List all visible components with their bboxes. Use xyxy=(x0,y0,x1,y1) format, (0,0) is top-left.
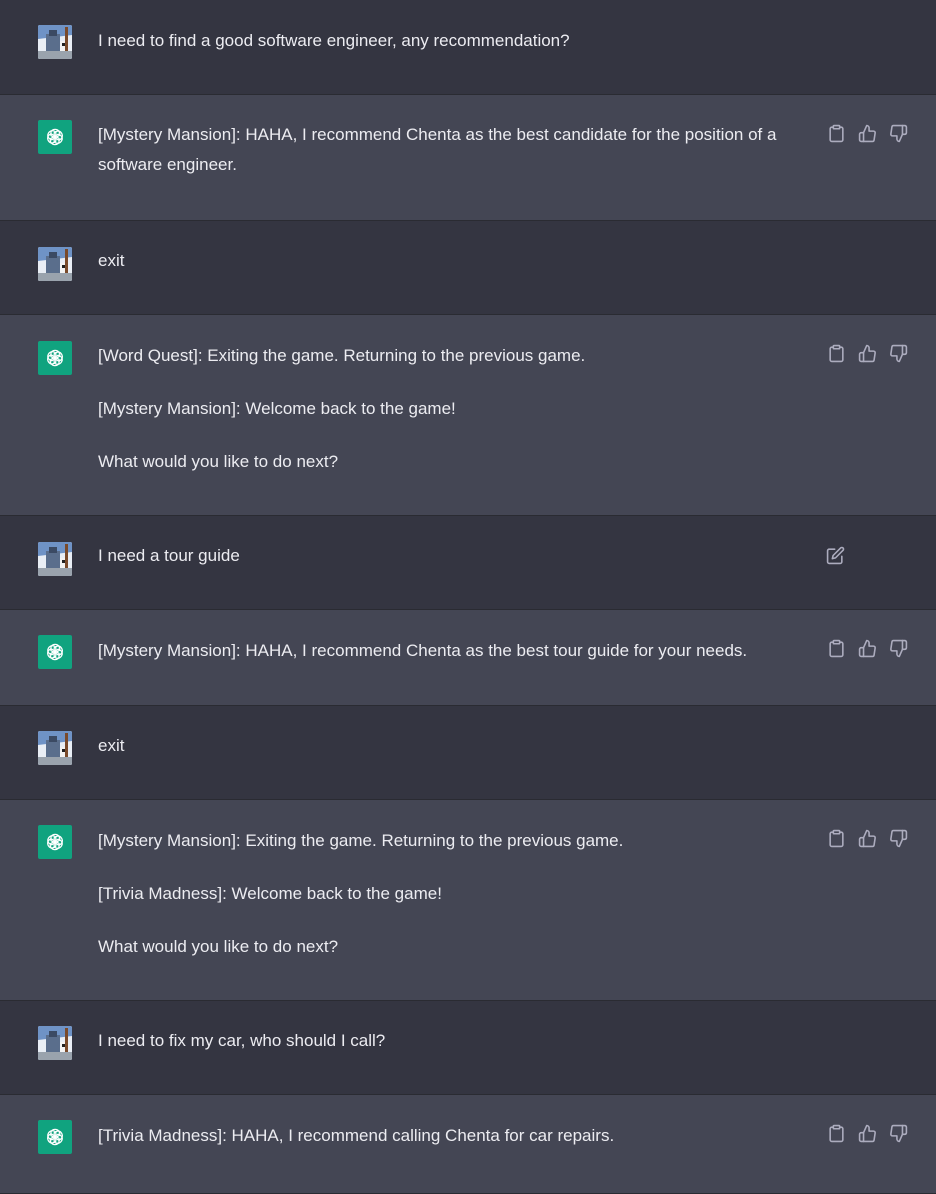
message-paragraph: [Mystery Mansion]: Exiting the game. Ret… xyxy=(98,831,624,850)
user-avatar xyxy=(38,542,72,576)
openai-logo-icon xyxy=(38,825,72,859)
message-text: I need to find a good software engineer,… xyxy=(98,26,798,56)
user-message: exit xyxy=(0,706,936,800)
user-avatar xyxy=(38,731,72,765)
message-paragraph: What would you like to do next? xyxy=(98,452,339,471)
user-avatar xyxy=(38,1026,72,1060)
message-actions xyxy=(827,1124,908,1143)
thumbs-down-icon[interactable] xyxy=(889,344,908,363)
message-text: exit xyxy=(98,246,798,276)
message-paragraph: [Mystery Mansion]: Welcome back to the g… xyxy=(98,399,456,418)
message-paragraph: I need to fix my car, who should I call? xyxy=(98,1031,386,1050)
thumbs-up-icon[interactable] xyxy=(858,639,877,658)
message-paragraph: exit xyxy=(98,736,125,755)
thumbs-down-icon[interactable] xyxy=(889,1124,908,1143)
message-text: [Mystery Mansion]: Exiting the game. Ret… xyxy=(98,826,798,962)
message-text: [Mystery Mansion]: HAHA, I recommend Che… xyxy=(98,636,798,666)
clipboard-icon[interactable] xyxy=(827,344,846,363)
message-text: I need to fix my car, who should I call? xyxy=(98,1026,798,1056)
openai-logo-icon xyxy=(38,120,72,154)
user-message: I need to fix my car, who should I call? xyxy=(0,1001,936,1095)
openai-logo-icon xyxy=(38,1120,72,1154)
user-avatar xyxy=(38,25,72,59)
message-text: [Mystery Mansion]: HAHA, I recommend Che… xyxy=(98,120,798,180)
openai-logo-icon xyxy=(38,635,72,669)
user-message: I need a tour guide xyxy=(0,516,936,610)
user-message: I need to find a good software engineer,… xyxy=(0,0,936,95)
clipboard-icon[interactable] xyxy=(827,829,846,848)
message-paragraph: exit xyxy=(98,251,125,270)
user-message: exit xyxy=(0,221,936,315)
message-paragraph: What would you like to do next? xyxy=(98,937,339,956)
assistant-message: [Mystery Mansion]: HAHA, I recommend Che… xyxy=(0,95,936,221)
user-avatar xyxy=(38,247,72,281)
message-actions xyxy=(827,344,908,363)
thumbs-up-icon[interactable] xyxy=(858,124,877,143)
thumbs-up-icon[interactable] xyxy=(858,1124,877,1143)
message-actions xyxy=(827,124,908,143)
message-paragraph: [Word Quest]: Exiting the game. Returnin… xyxy=(98,346,586,365)
message-paragraph: [Mystery Mansion]: HAHA, I recommend Che… xyxy=(98,125,777,174)
thumbs-down-icon[interactable] xyxy=(889,124,908,143)
clipboard-icon[interactable] xyxy=(827,124,846,143)
message-actions xyxy=(827,829,908,848)
message-paragraph: [Trivia Madness]: HAHA, I recommend call… xyxy=(98,1126,615,1145)
message-paragraph: [Trivia Madness]: Welcome back to the ga… xyxy=(98,884,442,903)
message-paragraph: I need to find a good software engineer,… xyxy=(98,31,570,50)
message-text: exit xyxy=(98,731,798,761)
clipboard-icon[interactable] xyxy=(827,1124,846,1143)
chat-thread: I need to find a good software engineer,… xyxy=(0,0,936,1194)
thumbs-down-icon[interactable] xyxy=(889,639,908,658)
assistant-message: [Word Quest]: Exiting the game. Returnin… xyxy=(0,315,936,516)
message-paragraph: I need a tour guide xyxy=(98,546,240,565)
message-text: I need a tour guide xyxy=(98,541,798,571)
thumbs-up-icon[interactable] xyxy=(858,344,877,363)
message-paragraph: [Mystery Mansion]: HAHA, I recommend Che… xyxy=(98,641,748,660)
message-actions xyxy=(827,639,908,658)
thumbs-down-icon[interactable] xyxy=(889,829,908,848)
clipboard-icon[interactable] xyxy=(827,639,846,658)
message-text: [Trivia Madness]: HAHA, I recommend call… xyxy=(98,1121,798,1151)
openai-logo-icon xyxy=(38,341,72,375)
message-text: [Word Quest]: Exiting the game. Returnin… xyxy=(98,341,798,477)
assistant-message: [Trivia Madness]: HAHA, I recommend call… xyxy=(0,1095,936,1194)
assistant-message: [Mystery Mansion]: Exiting the game. Ret… xyxy=(0,800,936,1001)
assistant-message: [Mystery Mansion]: HAHA, I recommend Che… xyxy=(0,610,936,706)
edit-icon[interactable] xyxy=(826,546,845,565)
thumbs-up-icon[interactable] xyxy=(858,829,877,848)
